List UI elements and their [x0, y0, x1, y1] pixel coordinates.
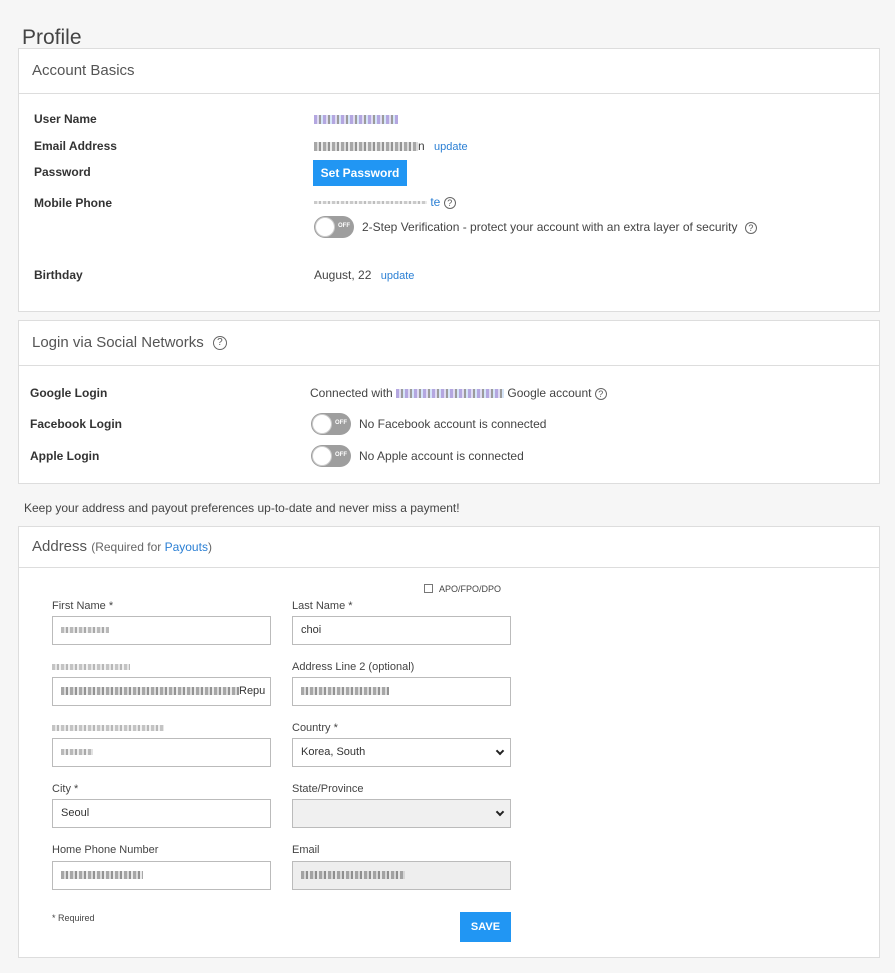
home-phone-input[interactable] — [52, 861, 271, 890]
google-help-icon[interactable]: ? — [594, 387, 607, 400]
two-step-text: 2-Step Verification - protect your accou… — [362, 220, 757, 234]
birthday-row: August, 22 update — [314, 268, 414, 282]
address-line1-input[interactable]: Repu — [52, 677, 271, 706]
chevron-down-icon — [495, 807, 505, 817]
country-label: Country * — [292, 722, 338, 734]
email-suffix: n — [418, 139, 425, 153]
address-title: Address — [32, 538, 88, 555]
zip-code-input[interactable] — [52, 738, 271, 767]
city-label: City * — [52, 783, 79, 795]
required-note: * Required — [52, 913, 95, 923]
google-login-label: Google Login — [30, 386, 108, 400]
chevron-down-icon — [495, 746, 505, 756]
social-login-card: Login via Social Networks ? Google Login… — [18, 320, 880, 484]
apo-label: APO/FPO/DPO — [439, 584, 502, 594]
last-name-input[interactable]: choi — [292, 616, 511, 645]
state-label: State/Province — [292, 783, 364, 795]
address-header: Address (Required for Payouts) — [19, 527, 879, 568]
password-label: Password — [34, 165, 91, 179]
account-basics-card: Account Basics User Name Email Address n… — [18, 48, 880, 312]
mobile-help-icon[interactable]: ? — [443, 196, 456, 209]
address-line2-label: Address Line 2 (optional) — [292, 661, 415, 673]
page-title: Profile — [22, 26, 82, 50]
city-input[interactable]: Seoul — [52, 799, 271, 828]
email-label: Email Address — [34, 139, 117, 153]
address-line2-input[interactable] — [292, 677, 511, 706]
social-help-icon[interactable]: ? — [212, 336, 227, 351]
address-line1-partial: Repu — [239, 685, 266, 697]
two-step-label: 2-Step Verification - protect your accou… — [362, 220, 738, 234]
two-step-help-icon[interactable]: ? — [744, 221, 757, 234]
toggle-off-label: OFF — [338, 223, 350, 229]
save-button[interactable]: SAVE — [460, 912, 511, 942]
address-subtitle: (Required for Payouts) — [91, 540, 212, 554]
google-suffix: Google account — [507, 386, 592, 400]
home-phone-label: Home Phone Number — [52, 844, 159, 856]
apple-toggle[interactable]: OFF — [311, 445, 351, 467]
last-name-label: Last Name * — [292, 600, 353, 612]
payout-notice: Keep your address and payout preferences… — [24, 501, 460, 515]
toggle-knob — [315, 217, 335, 237]
required-prefix: (Required for — [91, 540, 165, 554]
facebook-status: No Facebook account is connected — [359, 417, 547, 431]
first-name-input[interactable] — [52, 616, 271, 645]
toggle-off-label: OFF — [335, 452, 347, 458]
social-login-header: Login via Social Networks ? — [19, 321, 879, 366]
username-value — [314, 112, 398, 126]
two-step-toggle[interactable]: OFF — [314, 216, 354, 238]
google-prefix: Connected with — [310, 386, 393, 400]
set-password-button[interactable]: Set Password — [313, 160, 407, 186]
google-login-status: Connected with Google account ? — [310, 386, 607, 400]
email-field-label: Email — [292, 844, 320, 856]
username-label: User Name — [34, 112, 97, 126]
mobile-label: Mobile Phone — [34, 196, 112, 210]
country-value: Korea, South — [301, 746, 366, 758]
address-line1-label — [52, 661, 130, 673]
account-basics-title: Account Basics — [19, 49, 879, 94]
country-select[interactable]: Korea, South — [292, 738, 511, 767]
email-value: n update — [314, 139, 468, 153]
apo-checkbox[interactable] — [424, 584, 433, 593]
required-suffix: ) — [207, 540, 212, 554]
zip-code-label — [52, 722, 164, 734]
facebook-login-label: Facebook Login — [30, 417, 123, 431]
address-card: Address (Required for Payouts) APO/FPO/D… — [18, 526, 880, 958]
birthday-update-link[interactable]: update — [381, 270, 415, 282]
social-login-title: Login via Social Networks — [32, 334, 204, 351]
email-update-link[interactable]: update — [434, 141, 468, 153]
toggle-knob — [312, 414, 332, 434]
birthday-label: Birthday — [34, 268, 83, 282]
mobile-value: te ? — [314, 195, 456, 209]
apple-status: No Apple account is connected — [359, 449, 524, 463]
toggle-knob — [312, 446, 332, 466]
payouts-link[interactable]: Payouts — [165, 540, 208, 554]
mobile-suffix: te — [430, 195, 441, 209]
facebook-toggle[interactable]: OFF — [311, 413, 351, 435]
email-field — [292, 861, 511, 890]
birthday-value: August, 22 — [314, 268, 372, 282]
state-select[interactable] — [292, 799, 511, 828]
toggle-off-label: OFF — [335, 420, 347, 426]
first-name-label: First Name * — [52, 600, 114, 612]
apple-login-label: Apple Login — [30, 449, 100, 463]
